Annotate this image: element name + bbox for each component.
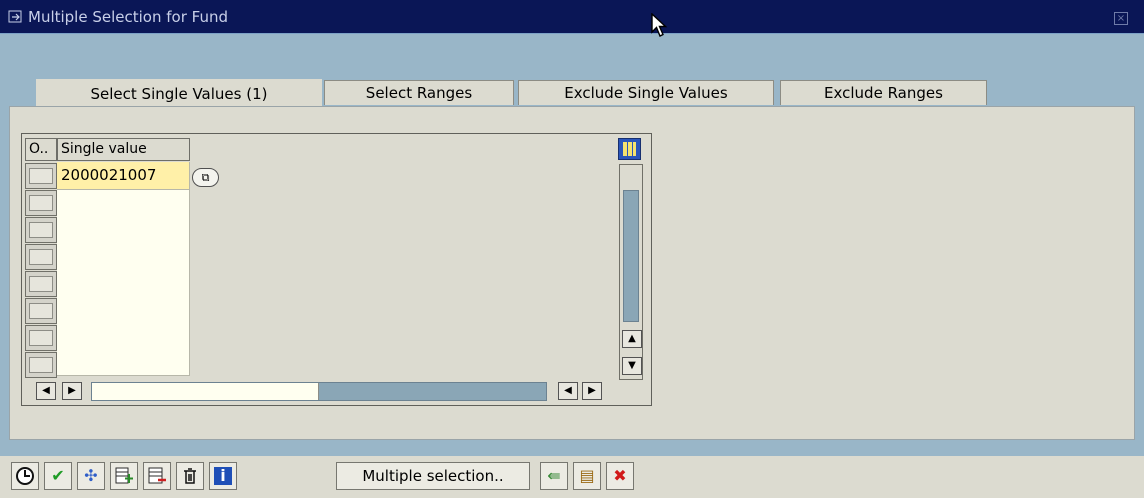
- settings-icon[interactable]: ✣: [77, 462, 105, 490]
- row-selector[interactable]: [25, 190, 57, 216]
- execute-icon[interactable]: [11, 462, 39, 490]
- cancel-icon[interactable]: ✖: [606, 462, 634, 490]
- column-header-single-value[interactable]: Single value: [57, 138, 190, 161]
- row-selector[interactable]: [25, 352, 57, 378]
- insert-row-icon[interactable]: [110, 462, 138, 490]
- row-selector[interactable]: [25, 163, 57, 189]
- column-layout-icon[interactable]: [618, 138, 641, 160]
- info-icon[interactable]: i: [209, 462, 237, 490]
- trash-icon[interactable]: [176, 462, 204, 490]
- import-icon[interactable]: ⇚: [540, 462, 568, 490]
- scroll-right-icon[interactable]: ▶: [62, 382, 82, 400]
- checkmark-icon[interactable]: ✔: [44, 462, 72, 490]
- mouse-pointer-icon: [651, 13, 668, 37]
- single-value-cell[interactable]: [57, 217, 190, 245]
- scroll-left-icon[interactable]: ◀: [36, 382, 56, 400]
- scroll-right-icon[interactable]: ▶: [582, 382, 602, 400]
- row-selector[interactable]: [25, 325, 57, 351]
- multiple-selection-button[interactable]: Multiple selection..: [336, 462, 530, 490]
- value-help-icon[interactable]: ⧉: [192, 168, 219, 187]
- row-selector[interactable]: [25, 298, 57, 324]
- scroll-left-icon[interactable]: ◀: [558, 382, 578, 400]
- single-value-cell[interactable]: [57, 325, 190, 353]
- tab-exclude-ranges[interactable]: Exclude Ranges: [780, 80, 987, 105]
- delete-row-icon[interactable]: [143, 462, 171, 490]
- horizontal-scroll-thumb[interactable]: [92, 383, 319, 400]
- tab-select-ranges[interactable]: Select Ranges: [324, 80, 514, 105]
- scroll-up-icon[interactable]: ▲: [622, 330, 642, 348]
- single-value-cell[interactable]: [57, 352, 190, 376]
- tab-exclude-single-values[interactable]: Exclude Single Values: [518, 80, 774, 105]
- scroll-down-icon[interactable]: ▼: [622, 357, 642, 375]
- tab-label: Select Single Values (1): [90, 85, 268, 103]
- single-value-cell[interactable]: 2000021007: [57, 162, 190, 190]
- row-selector[interactable]: [25, 217, 57, 243]
- tab-label: Select Ranges: [365, 84, 473, 102]
- column-header-row-select[interactable]: O..: [25, 138, 57, 161]
- horizontal-scrollbar[interactable]: [91, 382, 547, 401]
- row-selector[interactable]: [25, 271, 57, 297]
- single-value-cell[interactable]: [57, 271, 190, 299]
- tab-label: Exclude Single Values: [564, 84, 728, 102]
- single-value-cell[interactable]: [57, 298, 190, 326]
- row-selector[interactable]: [25, 244, 57, 270]
- vertical-scroll-thumb[interactable]: [623, 190, 639, 322]
- window-title: Multiple Selection for Fund: [28, 8, 228, 26]
- single-value-cell[interactable]: [57, 244, 190, 272]
- window-icon: [8, 10, 22, 23]
- cell-value: 2000021007: [61, 166, 157, 184]
- title-bar: Multiple Selection for Fund ×: [0, 0, 1144, 34]
- close-icon[interactable]: ×: [1114, 12, 1128, 25]
- tab-select-single-values[interactable]: Select Single Values (1): [36, 79, 322, 108]
- single-value-cell[interactable]: [57, 190, 190, 218]
- clipboard-icon[interactable]: ▤: [573, 462, 601, 490]
- bottom-toolbar: ✔ ✣ i Multiple selection.. ⇚ ▤ ✖: [0, 456, 1144, 498]
- tab-label: Exclude Ranges: [824, 84, 943, 102]
